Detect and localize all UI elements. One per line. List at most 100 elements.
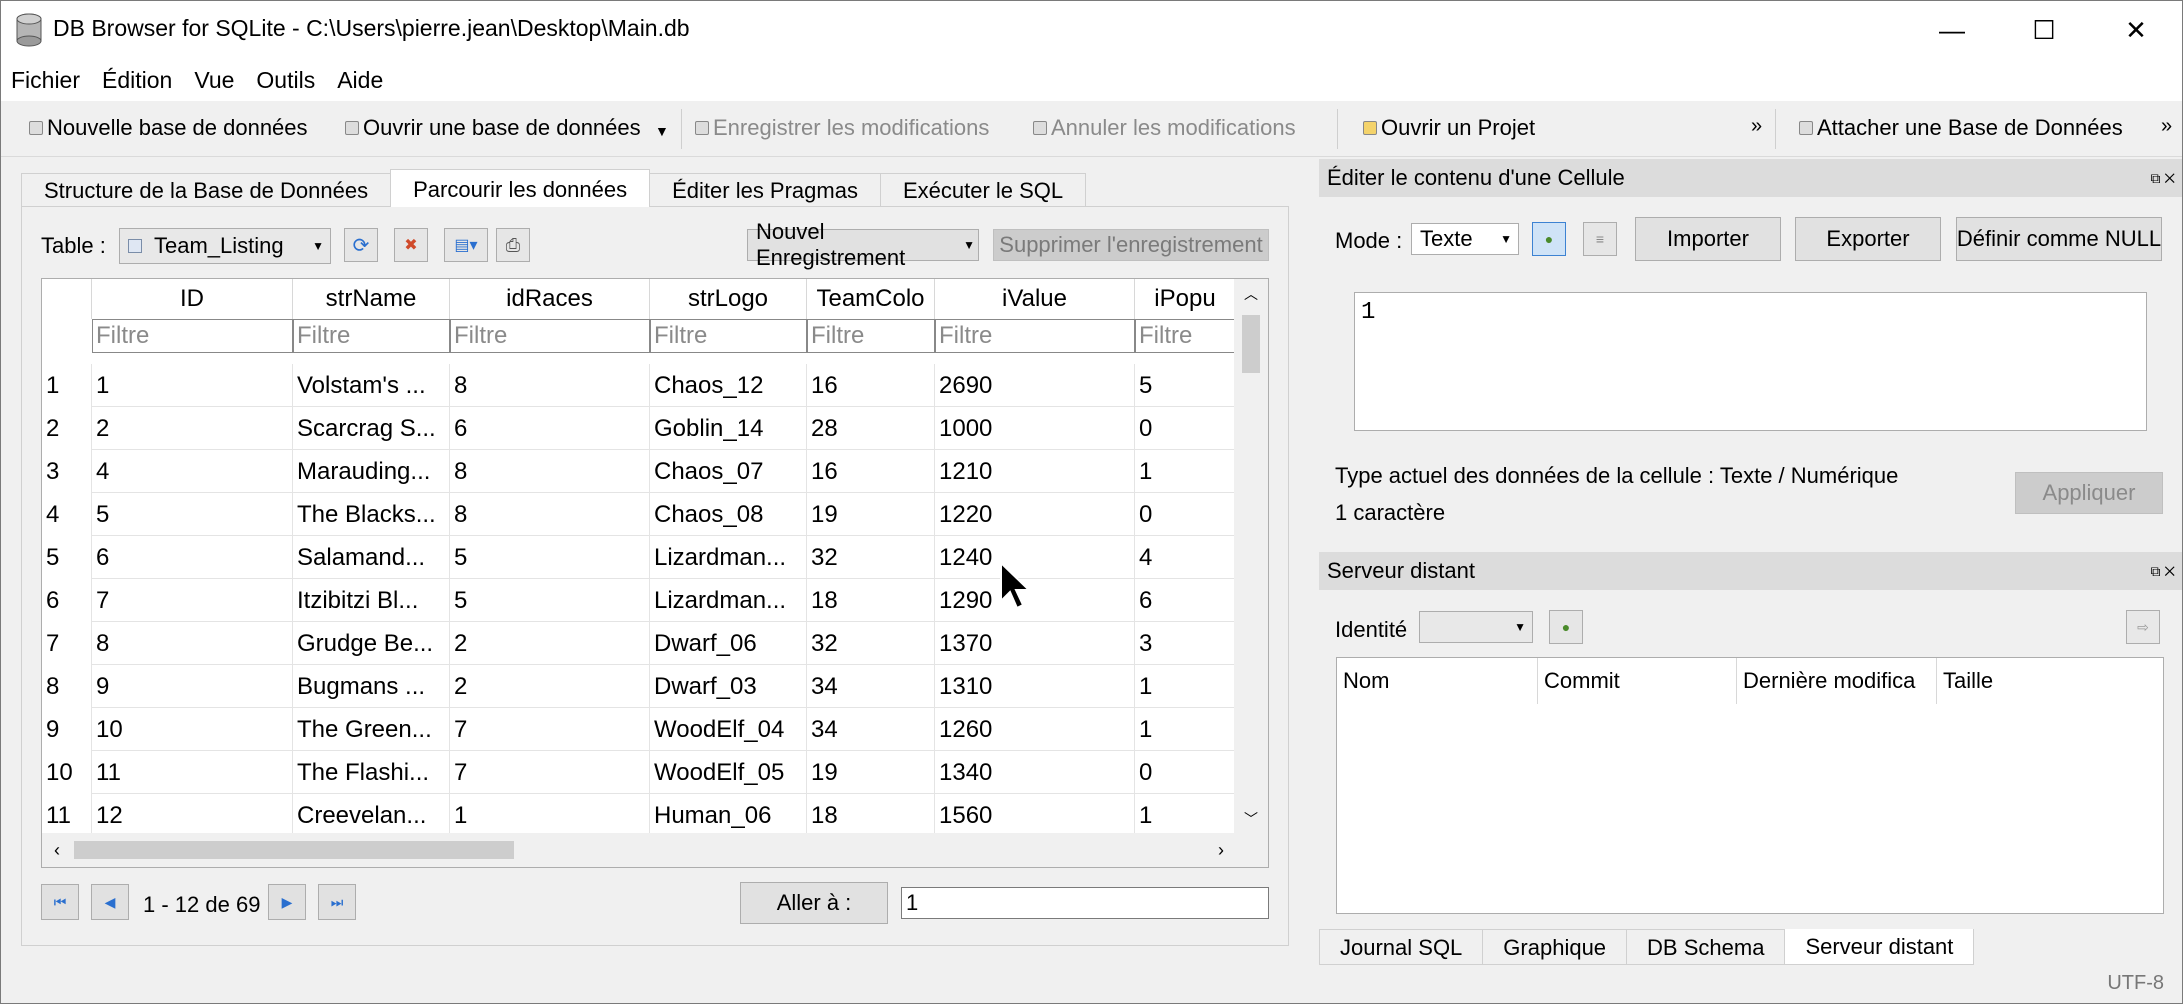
table-row[interactable]: 5 6 Salamand... 5 Lizardman... 32 1240 4 bbox=[42, 536, 1236, 579]
table-cell[interactable]: 8 bbox=[92, 622, 293, 665]
row-number[interactable]: 8 bbox=[42, 665, 92, 708]
table-cell[interactable]: 34 bbox=[807, 665, 935, 708]
minimize-button[interactable]: — bbox=[1906, 1, 1998, 59]
table-cell[interactable]: 1000 bbox=[935, 407, 1135, 450]
table-cell[interactable]: Chaos_07 bbox=[650, 450, 807, 493]
row-number[interactable]: 7 bbox=[42, 622, 92, 665]
table-cell[interactable]: 12 bbox=[92, 794, 293, 837]
table-cell[interactable]: 1340 bbox=[935, 751, 1135, 794]
table-cell[interactable]: 1 bbox=[1135, 450, 1236, 493]
table-cell[interactable]: 1 bbox=[450, 794, 650, 837]
table-row[interactable]: 6 7 Itzibitzi Bl... 5 Lizardman... 18 1290 6 bbox=[42, 579, 1236, 622]
table-cell[interactable]: 0 bbox=[1135, 493, 1236, 536]
goto-input[interactable]: 1 bbox=[901, 887, 1269, 919]
scroll-left-icon[interactable]: ‹ bbox=[42, 833, 72, 867]
row-number[interactable]: 1 bbox=[42, 364, 92, 407]
table-row[interactable]: 11 12 Creevelan... 1 Human_06 18 1560 1 bbox=[42, 794, 1236, 837]
row-number[interactable]: 3 bbox=[42, 450, 92, 493]
table-cell[interactable]: 32 bbox=[807, 536, 935, 579]
table-cell[interactable]: 2690 bbox=[935, 364, 1135, 407]
filter-input[interactable]: Filtre bbox=[650, 319, 807, 353]
table-select[interactable]: Team_Listing ▼ bbox=[119, 228, 331, 264]
column-header[interactable]: TeamColo bbox=[807, 279, 935, 319]
column-header[interactable]: idRaces bbox=[450, 279, 650, 319]
table-cell[interactable]: 1 bbox=[1135, 794, 1236, 837]
identity-settings-button[interactable]: ● bbox=[1549, 610, 1583, 644]
table-cell[interactable]: 2 bbox=[450, 665, 650, 708]
column-header[interactable]: Commit bbox=[1538, 658, 1737, 704]
table-cell[interactable]: 18 bbox=[807, 579, 935, 622]
table-cell[interactable]: 3 bbox=[1135, 622, 1236, 665]
table-cell[interactable]: 19 bbox=[807, 493, 935, 536]
table-cell[interactable]: 8 bbox=[450, 450, 650, 493]
tab-database-structure[interactable]: Structure de la Base de Données bbox=[21, 173, 392, 207]
filter-input[interactable]: Filtre bbox=[293, 319, 450, 353]
table-cell[interactable]: Dwarf_03 bbox=[650, 665, 807, 708]
horizontal-scrollbar[interactable]: ‹ › bbox=[42, 833, 1268, 867]
column-header[interactable]: iPopu bbox=[1135, 279, 1236, 319]
table-cell[interactable]: 19 bbox=[807, 751, 935, 794]
attach-database-button[interactable]: Attacher une Base de Données bbox=[1799, 115, 2123, 141]
revert-changes-button[interactable]: Annuler les modifications bbox=[1033, 115, 1296, 141]
clear-filters-button[interactable]: ✖ bbox=[394, 228, 428, 262]
table-cell[interactable]: The Flashi... bbox=[293, 751, 450, 794]
table-row[interactable]: 8 9 Bugmans ... 2 Dwarf_03 34 1310 1 bbox=[42, 665, 1236, 708]
table-cell[interactable]: 11 bbox=[92, 751, 293, 794]
table-cell[interactable]: Dwarf_06 bbox=[650, 622, 807, 665]
table-cell[interactable]: 1560 bbox=[935, 794, 1135, 837]
table-cell[interactable]: Grudge Be... bbox=[293, 622, 450, 665]
undock-icon[interactable]: ⧉ bbox=[2150, 563, 2160, 579]
goto-button[interactable]: Aller à : bbox=[740, 882, 888, 924]
filter-input[interactable]: Filtre bbox=[450, 319, 650, 353]
column-header[interactable]: strLogo bbox=[650, 279, 807, 319]
table-cell[interactable]: The Blacks... bbox=[293, 493, 450, 536]
table-cell[interactable]: 1370 bbox=[935, 622, 1135, 665]
filter-input[interactable]: Filtre bbox=[807, 319, 935, 353]
row-number[interactable]: 2 bbox=[42, 407, 92, 450]
table-cell[interactable]: 6 bbox=[92, 536, 293, 579]
close-button[interactable]: ✕ bbox=[2090, 1, 2182, 59]
table-cell[interactable]: 1 bbox=[1135, 665, 1236, 708]
save-filter-button[interactable]: ▤▾ bbox=[444, 228, 488, 262]
table-cell[interactable]: 1210 bbox=[935, 450, 1135, 493]
table-cell[interactable]: Marauding... bbox=[293, 450, 450, 493]
refresh-button[interactable]: ⟳ bbox=[344, 228, 378, 262]
table-cell[interactable]: 1310 bbox=[935, 665, 1135, 708]
table-cell[interactable]: 7 bbox=[450, 708, 650, 751]
menu-edit[interactable]: Édition bbox=[102, 67, 172, 94]
open-database-button[interactable]: Ouvrir une base de données bbox=[345, 115, 641, 141]
close-panel-icon[interactable]: ✕ bbox=[2164, 170, 2175, 186]
filter-input[interactable]: Filtre bbox=[935, 319, 1135, 353]
table-cell[interactable]: 8 bbox=[450, 364, 650, 407]
table-cell[interactable]: 0 bbox=[1135, 751, 1236, 794]
column-header[interactable]: Nom bbox=[1337, 658, 1538, 704]
row-number[interactable]: 6 bbox=[42, 579, 92, 622]
table-row[interactable]: 1 1 Volstam's ... 8 Chaos_12 16 2690 5 bbox=[42, 364, 1236, 407]
table-cell[interactable]: 28 bbox=[807, 407, 935, 450]
vertical-scroll-thumb[interactable] bbox=[1242, 315, 1260, 373]
table-row[interactable]: 9 10 The Green... 7 WoodElf_04 34 1260 1 bbox=[42, 708, 1236, 751]
table-cell[interactable]: Lizardman... bbox=[650, 536, 807, 579]
table-cell[interactable]: Goblin_14 bbox=[650, 407, 807, 450]
open-database-dropdown[interactable]: ▼ bbox=[655, 123, 669, 139]
auto-format-button[interactable]: ● bbox=[1532, 222, 1566, 256]
table-cell[interactable]: Scarcrag S... bbox=[293, 407, 450, 450]
close-panel-icon[interactable]: ✕ bbox=[2164, 563, 2175, 579]
filter-input[interactable]: Filtre bbox=[1135, 319, 1236, 353]
write-changes-button[interactable]: Enregistrer les modifications bbox=[695, 115, 989, 141]
table-cell[interactable]: 7 bbox=[450, 751, 650, 794]
menu-help[interactable]: Aide bbox=[337, 67, 383, 94]
identity-select[interactable]: ▼ bbox=[1419, 611, 1533, 643]
table-cell[interactable]: 34 bbox=[807, 708, 935, 751]
table-cell[interactable]: 5 bbox=[450, 536, 650, 579]
vertical-scrollbar[interactable]: ︿ ﹀ bbox=[1234, 279, 1268, 834]
open-project-button[interactable]: Ouvrir un Projet bbox=[1363, 115, 1535, 141]
table-cell[interactable]: 2 bbox=[450, 622, 650, 665]
maximize-button[interactable]: ☐ bbox=[1998, 1, 2090, 59]
table-cell[interactable]: 5 bbox=[450, 579, 650, 622]
column-header[interactable]: Taille bbox=[1937, 658, 2163, 704]
column-header[interactable]: strName bbox=[293, 279, 450, 319]
tab-remote[interactable]: Serveur distant bbox=[1784, 929, 1975, 965]
table-cell[interactable]: 1 bbox=[1135, 708, 1236, 751]
table-cell[interactable]: 16 bbox=[807, 450, 935, 493]
